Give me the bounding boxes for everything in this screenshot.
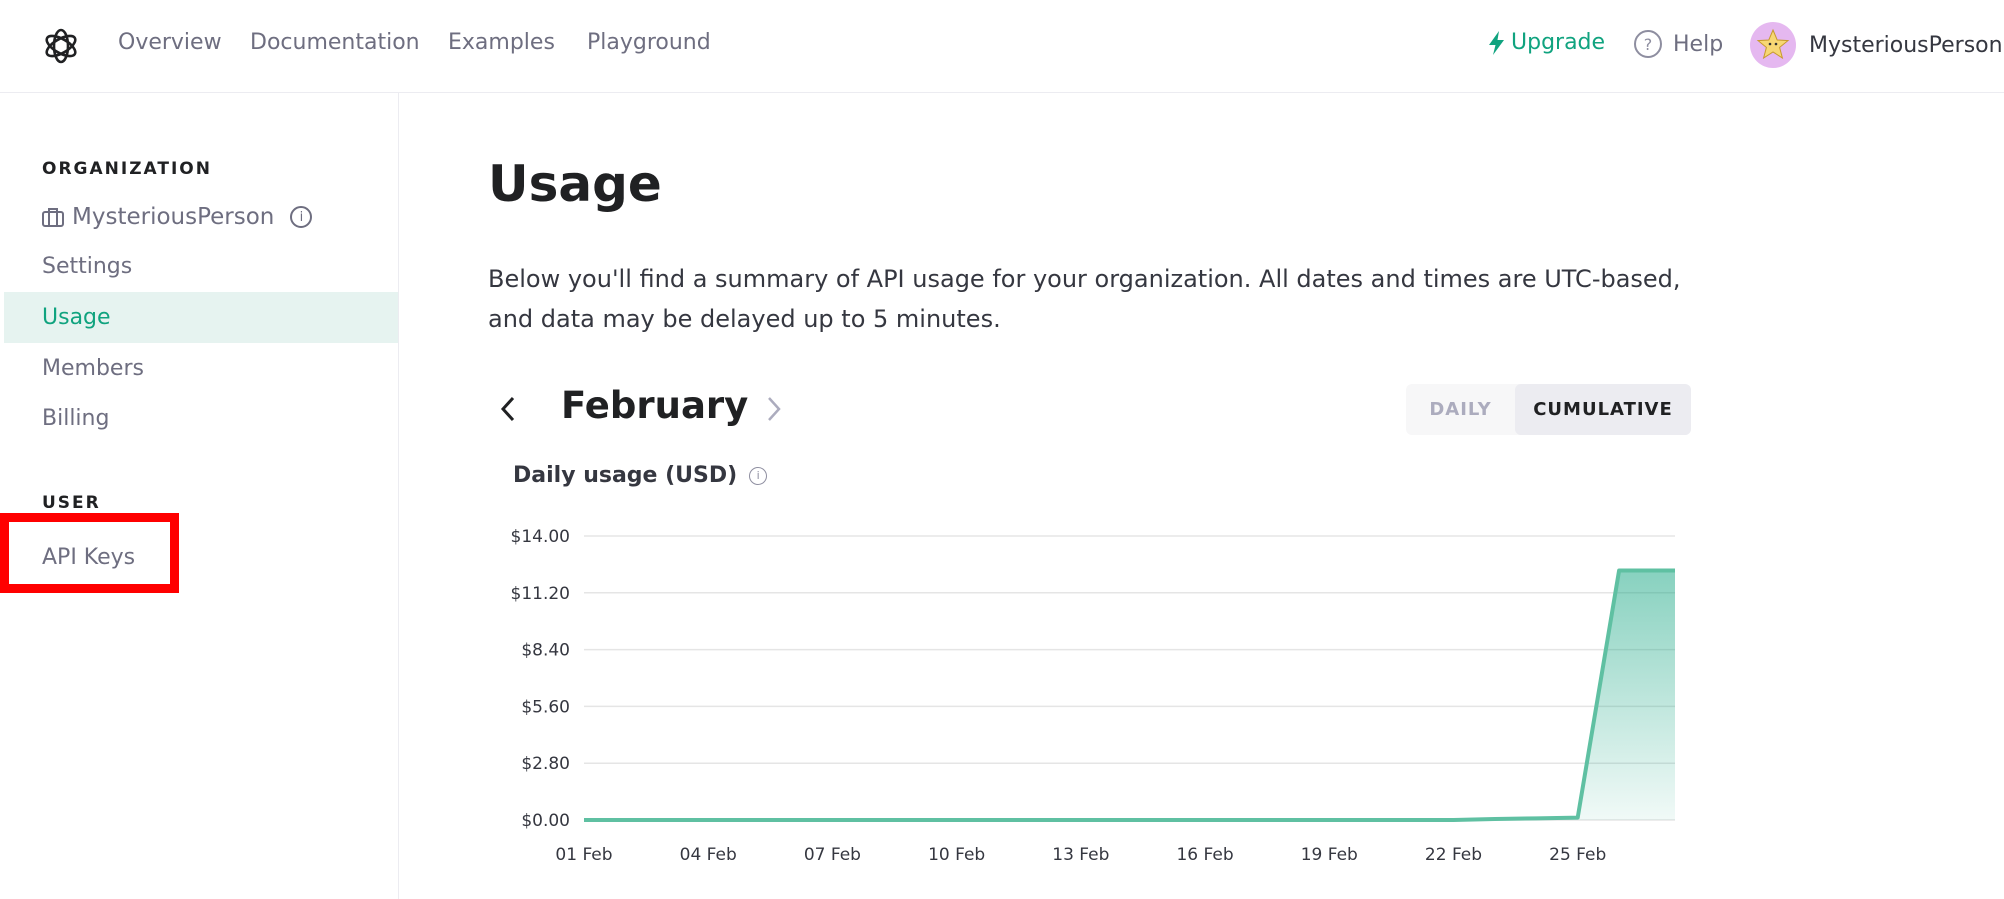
y-tick-label: $8.40 bbox=[521, 641, 570, 661]
sidebar-item-members[interactable]: Members bbox=[4, 343, 398, 394]
question-circle-icon: ? bbox=[1634, 30, 1662, 58]
chart-title: Daily usage (USD) i bbox=[513, 463, 768, 488]
help-label: Help bbox=[1673, 31, 1724, 57]
info-icon[interactable]: i bbox=[749, 466, 768, 485]
view-toggle: DAILY CUMULATIVE bbox=[1406, 384, 1691, 435]
nav-examples[interactable]: Examples bbox=[448, 30, 555, 55]
sidebar-item-usage[interactable]: Usage bbox=[4, 292, 398, 343]
x-tick-label: 16 Feb bbox=[1176, 845, 1233, 865]
highlight-annotation-box bbox=[0, 513, 179, 593]
y-tick-label: $0.00 bbox=[521, 811, 570, 831]
cumulative-toggle-button[interactable]: CUMULATIVE bbox=[1515, 384, 1691, 435]
sidebar: ORGANIZATION MysteriousPerson i Settings… bbox=[4, 93, 399, 899]
page-description: Below you'll find a summary of API usage… bbox=[488, 265, 1681, 333]
series-line bbox=[584, 568, 1675, 822]
org-selector[interactable]: MysteriousPerson i bbox=[42, 204, 313, 230]
x-tick-label: 07 Feb bbox=[804, 845, 861, 865]
username-label[interactable]: MysteriousPerson bbox=[1809, 33, 2003, 58]
chart-title-label: Daily usage (USD) bbox=[513, 463, 738, 488]
x-tick-label: 19 Feb bbox=[1301, 845, 1358, 865]
x-tick-label: 25 Feb bbox=[1549, 845, 1606, 865]
upgrade-button[interactable]: Upgrade bbox=[1488, 30, 1605, 55]
nav-overview[interactable]: Overview bbox=[118, 30, 222, 55]
openai-logo-icon[interactable] bbox=[40, 25, 82, 67]
x-tick-label: 13 Feb bbox=[1052, 845, 1109, 865]
star-avatar-icon bbox=[1756, 28, 1790, 60]
avatar[interactable] bbox=[1750, 22, 1796, 68]
help-button[interactable]: ? Help bbox=[1634, 30, 1723, 58]
x-tick-label: 10 Feb bbox=[928, 845, 985, 865]
briefcase-icon bbox=[42, 208, 64, 227]
y-tick-label: $5.60 bbox=[521, 697, 570, 717]
upgrade-label: Upgrade bbox=[1511, 30, 1606, 55]
month-label: February bbox=[561, 384, 749, 427]
series-area bbox=[584, 570, 1675, 820]
info-icon[interactable]: i bbox=[290, 206, 313, 228]
y-tick-label: $2.80 bbox=[521, 754, 570, 774]
daily-toggle-button[interactable]: DAILY bbox=[1406, 384, 1515, 435]
month-navigator: February bbox=[488, 384, 798, 434]
nav-playground[interactable]: Playground bbox=[587, 30, 711, 55]
chevron-right-icon[interactable] bbox=[764, 394, 784, 428]
sidebar-item-settings[interactable]: Settings bbox=[4, 241, 398, 292]
top-header: Overview Documentation Examples Playgrou… bbox=[0, 0, 2004, 93]
nav-documentation[interactable]: Documentation bbox=[250, 30, 420, 55]
lightning-icon bbox=[1489, 30, 1504, 55]
y-tick-label: $14.00 bbox=[511, 527, 570, 547]
org-name: MysteriousPerson bbox=[72, 204, 275, 230]
sidebar-item-billing[interactable]: Billing bbox=[4, 393, 398, 444]
x-tick-label: 01 Feb bbox=[555, 845, 612, 865]
y-tick-label: $11.20 bbox=[511, 584, 570, 604]
usage-chart: $0.00 $2.80 $5.60 $8.40 $11.20 $14.00 01 Feb 04… bbox=[511, 527, 1675, 865]
chevron-left-icon[interactable] bbox=[498, 394, 518, 428]
x-tick-label: 04 Feb bbox=[680, 845, 737, 865]
x-tick-label: 22 Feb bbox=[1425, 845, 1482, 865]
page-title: Usage bbox=[488, 155, 662, 213]
organization-section-label: ORGANIZATION bbox=[42, 159, 212, 179]
user-section-label: USER bbox=[42, 493, 101, 513]
